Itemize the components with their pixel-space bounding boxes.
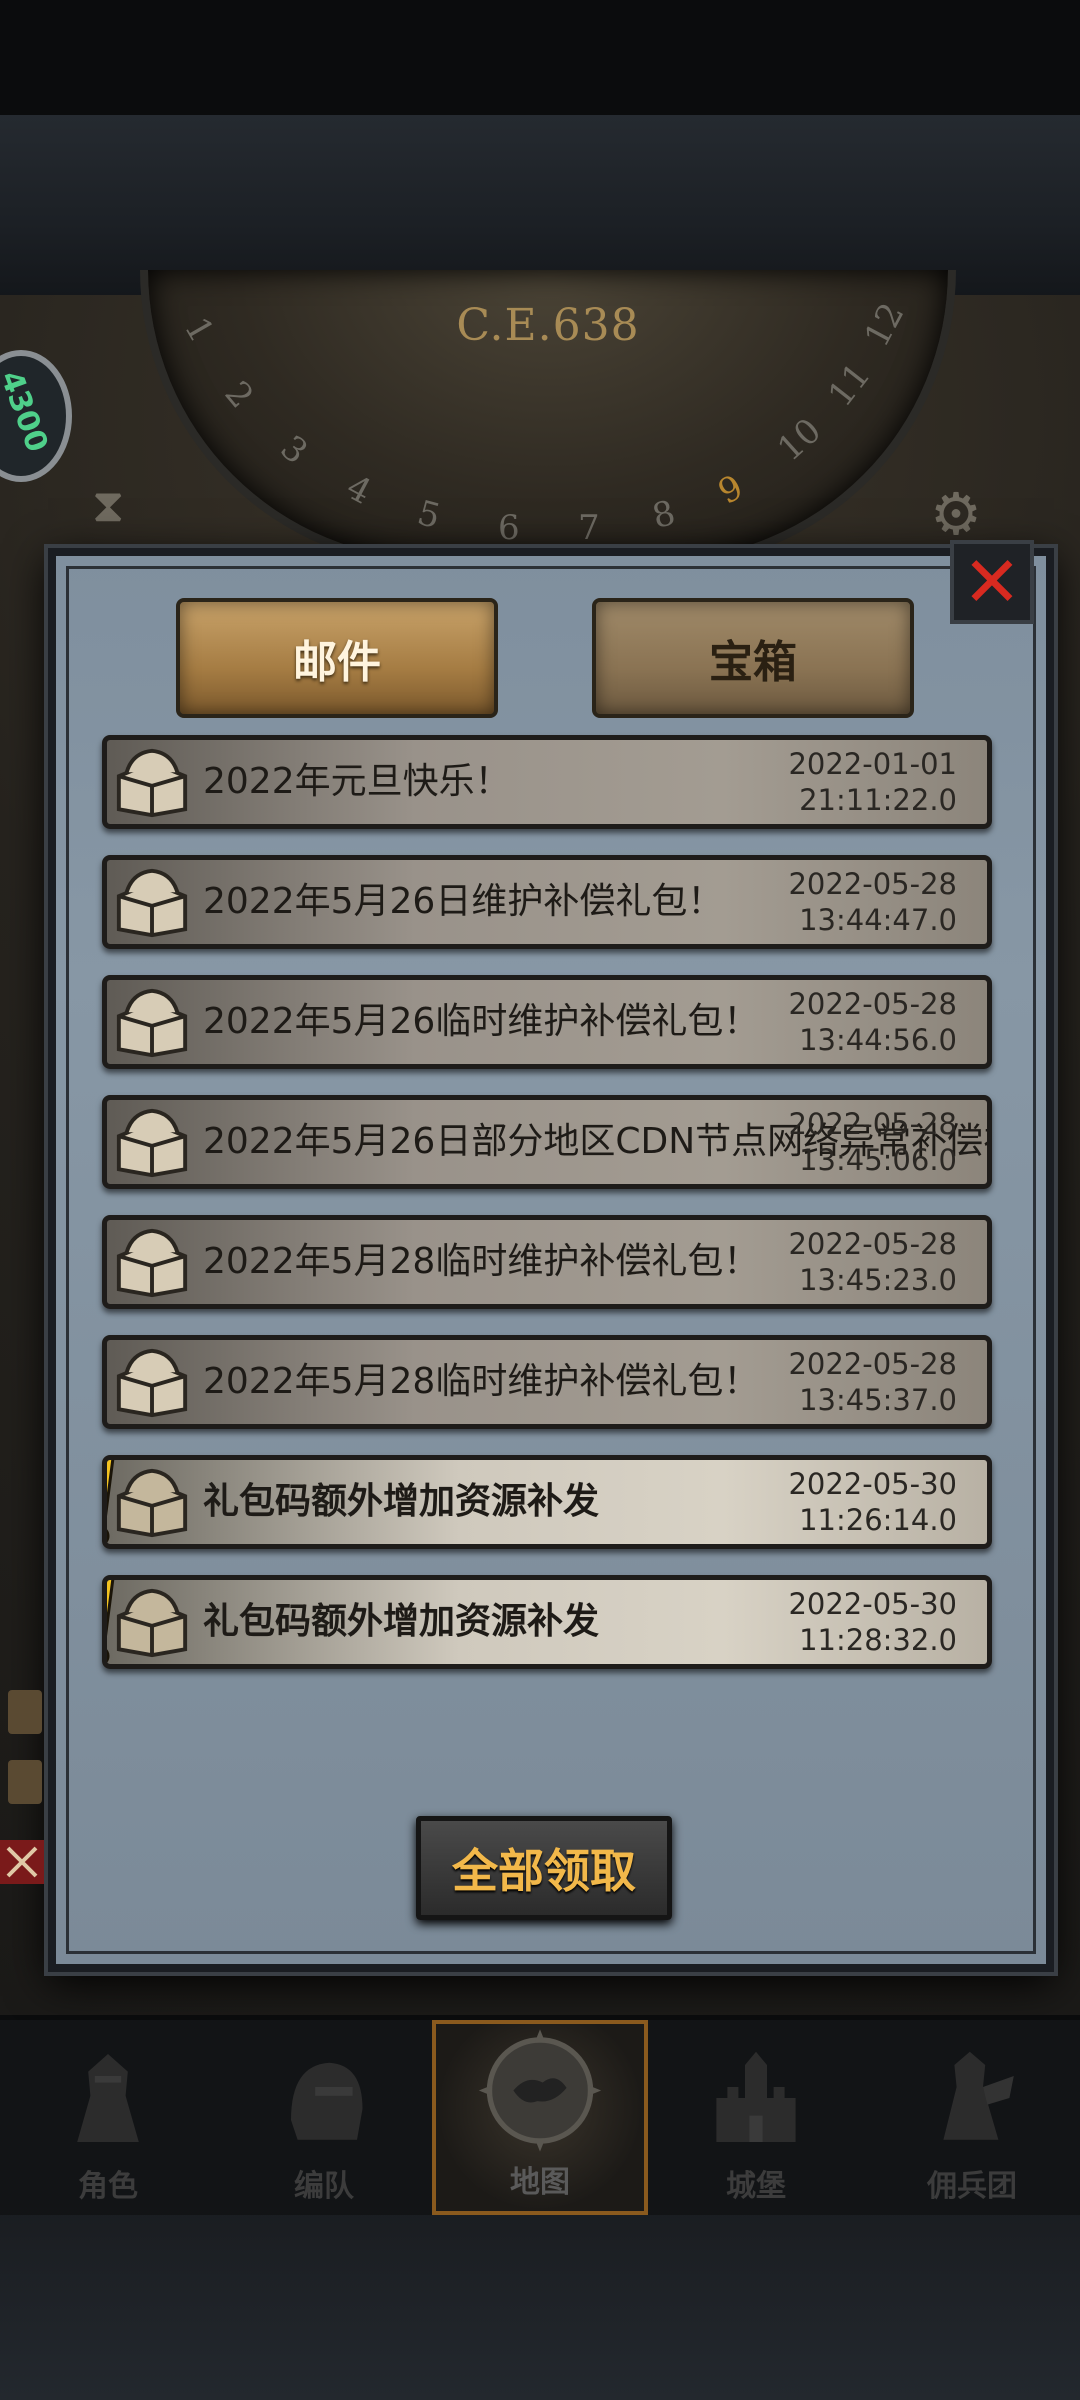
- treasure-chest-icon: [116, 748, 188, 818]
- dial-number: 5: [413, 492, 445, 538]
- treasure-chest-icon: [116, 1228, 188, 1298]
- tab-mail[interactable]: 邮件: [176, 598, 498, 718]
- nav-item-castle[interactable]: 城堡: [648, 2020, 864, 2215]
- mail-title: 礼包码额外增加资源补发: [203, 1481, 600, 1522]
- nav-label: 角色: [78, 2169, 138, 2204]
- mail-list-item[interactable]: 2022年元旦快乐！ 2022-01-01 21:11:22.0: [102, 735, 992, 829]
- compass-map-icon: [478, 2029, 602, 2152]
- mail-date: 2022-01-01: [788, 747, 957, 781]
- mail-date: 2022-05-28: [788, 1107, 957, 1141]
- dial-number-selected: 9: [711, 467, 750, 513]
- mail-list-item[interactable]: 礼包码额外增加资源补发 2022-05-30 11:28:32.0: [102, 1575, 992, 1669]
- mail-time: 13:45:37.0: [799, 1383, 957, 1417]
- nav-item-map[interactable]: 地图: [432, 2020, 648, 2215]
- mail-time: 13:45:06.0: [799, 1143, 957, 1177]
- top-band: [0, 115, 1080, 295]
- nav-label: 编队: [294, 2169, 354, 2204]
- claim-all-button[interactable]: 全部领取: [416, 1816, 672, 1920]
- tab-chest[interactable]: 宝箱: [592, 598, 914, 718]
- mail-time: 11:26:14.0: [799, 1503, 957, 1537]
- treasure-chest-icon: [116, 1588, 188, 1658]
- dial-number: 8: [648, 492, 680, 538]
- mail-title: 2022年5月28临时维护补偿礼包！: [203, 1241, 760, 1282]
- side-shortcut-icons[interactable]: [0, 1680, 50, 1900]
- mail-time: 21:11:22.0: [799, 783, 957, 817]
- mail-list-item[interactable]: 2022年5月28临时维护补偿礼包！ 2022-05-28 13:45:37.0: [102, 1335, 992, 1429]
- helmet-icon: [291, 2062, 363, 2140]
- nav-label: 地图: [510, 2165, 570, 2200]
- nav-item-mercenary[interactable]: 佣兵团: [864, 2020, 1080, 2215]
- mail-list-item[interactable]: 2022年5月26临时维护补偿礼包！ 2022-05-28 13:44:56.0: [102, 975, 992, 1069]
- treasure-chest-icon: [116, 1348, 188, 1418]
- mail-title: 2022年5月28临时维护补偿礼包！: [203, 1361, 760, 1402]
- dial-number: 3: [272, 427, 315, 473]
- mail-time: 13:44:56.0: [799, 1023, 957, 1057]
- treasure-chest-icon: [116, 1108, 188, 1178]
- dial-number: 2: [216, 373, 262, 417]
- mercenary-icon: [943, 2051, 1014, 2140]
- close-icon: ✕: [962, 541, 1022, 623]
- mail-date: 2022-05-30: [788, 1467, 957, 1501]
- bottom-nav: 角色 编队 地图 城堡 佣兵团: [0, 2020, 1080, 2215]
- dial-number: 6: [498, 508, 520, 548]
- mail-time: 13:45:23.0: [799, 1263, 957, 1297]
- mail-list-item[interactable]: 礼包码额外增加资源补发 2022-05-30 11:26:14.0: [102, 1455, 992, 1549]
- nav-label: 城堡: [726, 2169, 786, 2204]
- treasure-chest-icon: [116, 1468, 188, 1538]
- side-badge-value: 4300: [0, 366, 55, 457]
- nav-item-character[interactable]: 角色: [0, 2020, 216, 2215]
- mail-time: 13:44:47.0: [799, 903, 957, 937]
- gear-icon[interactable]: ⚙: [930, 480, 982, 548]
- dial-number: 4: [339, 467, 378, 513]
- mail-time: 11:28:32.0: [799, 1623, 957, 1657]
- dial-number: 11: [820, 355, 879, 415]
- dial-number: 7: [578, 508, 600, 548]
- mail-title: 2022年5月26临时维护补偿礼包！: [203, 1001, 760, 1042]
- year-label: C.E.638: [456, 300, 640, 351]
- dial-number: 10: [770, 410, 830, 470]
- mail-title: 礼包码额外增加资源补发: [203, 1601, 600, 1642]
- bottom-band: [0, 2210, 1080, 2400]
- castle-icon: [716, 2051, 796, 2142]
- treasure-chest-icon: [116, 988, 188, 1058]
- mail-date: 2022-05-28: [788, 867, 957, 901]
- mail-list-item[interactable]: 2022年5月26日维护补偿礼包！ 2022-05-28 13:44:47.0: [102, 855, 992, 949]
- mail-list-item[interactable]: 2022年5月28临时维护补偿礼包！ 2022-05-28 13:45:23.0: [102, 1215, 992, 1309]
- nav-label: 佣兵团: [927, 2169, 1017, 2204]
- treasure-chest-icon: [116, 868, 188, 938]
- mail-date: 2022-05-28: [788, 1227, 957, 1261]
- mail-list-item[interactable]: 2022年5月26日部分地区CDN节点网络异常补偿礼包 2022-05-28 13:…: [102, 1095, 992, 1189]
- mail-title: 2022年元旦快乐！: [203, 761, 511, 802]
- nav-item-formation[interactable]: 编队: [216, 2020, 432, 2215]
- knight-icon: [77, 2054, 139, 2142]
- close-button[interactable]: ✕: [950, 540, 1034, 624]
- hourglass-icon[interactable]: ⧗: [92, 478, 124, 534]
- mail-date: 2022-05-28: [788, 1347, 957, 1381]
- mail-date: 2022-05-30: [788, 1587, 957, 1621]
- mail-title: 2022年5月26日维护补偿礼包！: [203, 881, 724, 922]
- mail-date: 2022-05-28: [788, 987, 957, 1021]
